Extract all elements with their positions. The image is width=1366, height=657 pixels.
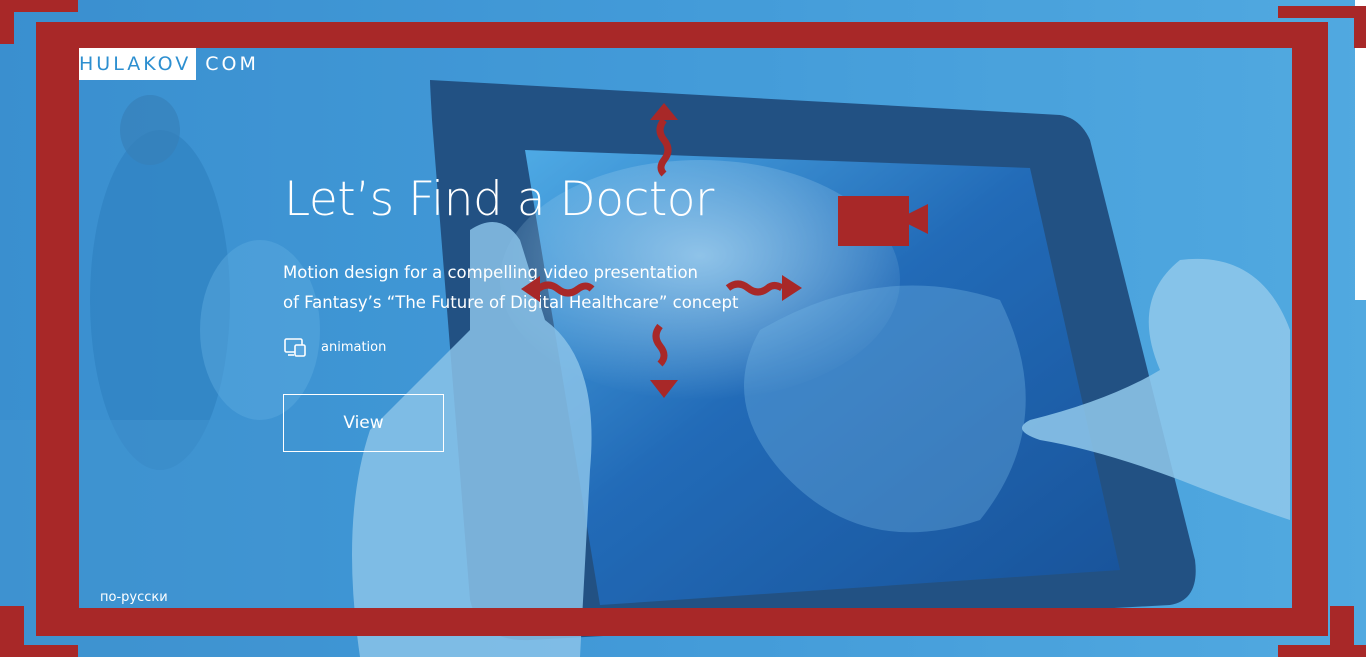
category-label: animation [321, 339, 387, 355]
corner-bottom-right [1278, 606, 1366, 657]
view-button[interactable]: View [283, 394, 444, 452]
annotation-overlay [0, 0, 1366, 657]
description-line-2: of Fantasy’s “The Future of Digital Heal… [283, 293, 739, 312]
corner-top-left [0, 0, 78, 44]
right-arrow [725, 275, 802, 301]
up-arrow [650, 103, 678, 177]
page-title: Let’s Find a Doctor [284, 172, 714, 227]
video-camera-icon [838, 196, 928, 246]
project-description: Motion design for a compelling video pre… [283, 258, 738, 318]
site-logo[interactable]: HULAKOV COM [79, 48, 259, 80]
language-switch-link[interactable]: по-русски [100, 590, 168, 605]
devices-icon [284, 338, 306, 357]
frame-left [36, 22, 79, 636]
description-line-1: Motion design for a compelling video pre… [283, 263, 698, 282]
category-tag[interactable]: animation [284, 337, 386, 357]
down-arrow [650, 323, 678, 398]
frame-right [1292, 22, 1328, 636]
background-image [0, 0, 1366, 657]
logo-prefix: HULAKOV [79, 48, 197, 80]
corner-bottom-left [0, 606, 78, 657]
logo-suffix: COM [205, 53, 259, 75]
corner-top-right [1278, 6, 1366, 48]
hero-section: HULAKOV COM Let’s Find a Doctor Motion d… [0, 0, 1366, 657]
scrollbar[interactable] [1355, 0, 1366, 300]
frame-top [36, 22, 1328, 48]
frame-bottom [36, 608, 1328, 636]
